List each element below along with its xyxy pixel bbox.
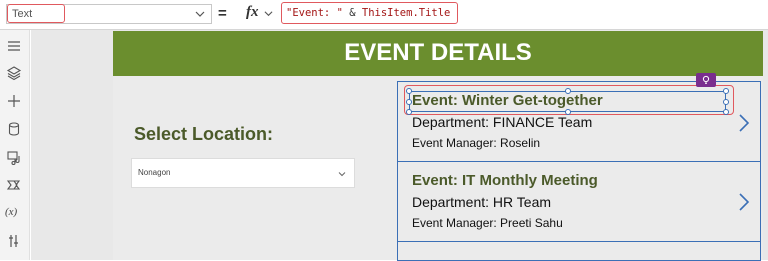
formula-text: "Event: " & ThisItem.Title: [286, 7, 450, 19]
ideas-badge[interactable]: [696, 73, 716, 87]
formula-reference: ThisItem.Title: [361, 7, 451, 19]
hamburger-menu-icon[interactable]: [6, 38, 22, 54]
row-divider: [398, 241, 760, 242]
event-department: Department: FINANCE Team: [412, 114, 593, 130]
power-automate-icon[interactable]: [6, 177, 22, 193]
formula-bar: Text = fx "Event: " & ThisItem.Title: [0, 0, 768, 30]
event-department: Department: HR Team: [412, 194, 552, 210]
chevron-down-icon: [264, 11, 273, 17]
formula-string-literal: "Event: ": [286, 7, 343, 19]
variables-icon[interactable]: (x): [5, 206, 17, 218]
left-rail: (x): [0, 30, 30, 260]
gallery-item[interactable]: Event: IT Monthly Meeting Department: HR…: [398, 162, 760, 242]
app-screen: EVENT DETAILS Select Location: Nonagon E…: [113, 31, 763, 261]
event-manager: Event Manager: Roselin: [412, 136, 541, 150]
location-dropdown[interactable]: Nonagon: [131, 158, 355, 188]
fx-icon: fx: [246, 4, 259, 20]
formula-input[interactable]: "Event: " & ThisItem.Title: [281, 2, 458, 24]
events-gallery[interactable]: Event: Winter Get-together Department: F…: [397, 73, 761, 261]
gallery-item[interactable]: Event: Winter Get-together Department: F…: [398, 73, 760, 162]
chevron-down-icon: [338, 172, 346, 177]
equals-sign: =: [218, 5, 227, 22]
database-icon[interactable]: [6, 121, 22, 137]
page-title: EVENT DETAILS: [344, 39, 532, 66]
event-title: Event: IT Monthly Meeting: [412, 172, 598, 189]
header-bar: EVENT DETAILS: [113, 31, 763, 76]
plus-insert-icon[interactable]: [6, 93, 22, 109]
chevron-right-icon[interactable]: [738, 113, 750, 133]
resize-handle[interactable]: [723, 109, 729, 115]
lightbulb-icon: [702, 75, 710, 84]
formula-operator: &: [342, 7, 362, 19]
media-icon[interactable]: [6, 149, 22, 165]
property-highlight-annotation: [7, 4, 65, 23]
location-selected-value: Nonagon: [138, 168, 171, 177]
chevron-down-icon: [195, 11, 205, 17]
event-title: Event: Winter Get-together: [412, 92, 603, 109]
resize-handle[interactable]: [723, 88, 729, 94]
event-manager: Event Manager: Preeti Sahu: [412, 216, 563, 230]
advanced-tools-icon[interactable]: [6, 233, 22, 249]
chevron-right-icon[interactable]: [738, 192, 750, 212]
select-location-label: Select Location:: [134, 124, 274, 144]
resize-handle[interactable]: [723, 99, 729, 105]
function-button[interactable]: fx: [244, 4, 276, 24]
layers-icon[interactable]: [6, 65, 22, 81]
